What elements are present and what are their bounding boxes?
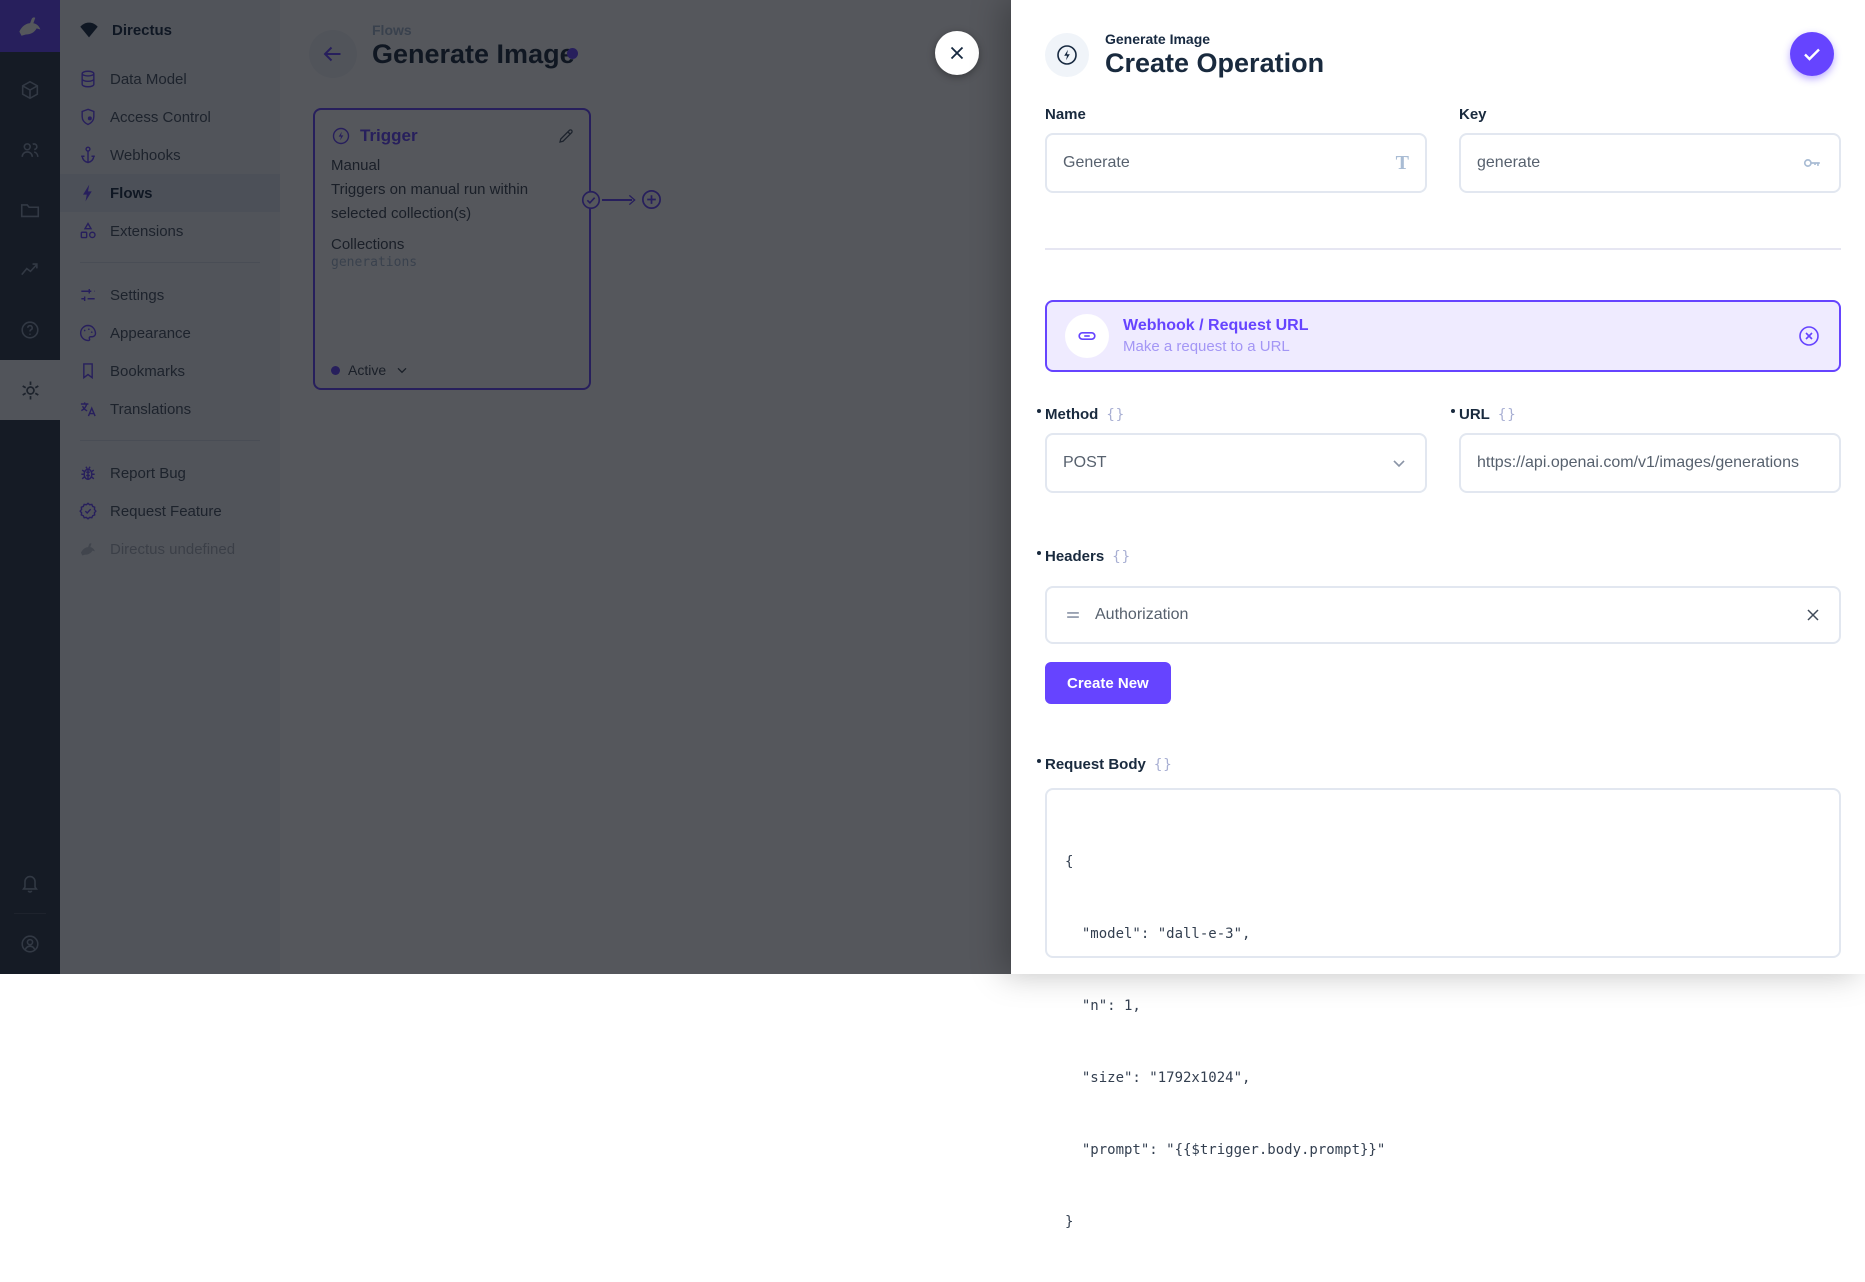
code-line: "model": "dall-e-3", bbox=[1065, 922, 1821, 946]
key-icon bbox=[1801, 152, 1823, 174]
name-field-label: Name bbox=[1045, 106, 1427, 123]
link-icon bbox=[1076, 325, 1098, 347]
name-input[interactable]: Generate T bbox=[1045, 133, 1427, 193]
header-key-value: Authorization bbox=[1095, 606, 1188, 624]
required-dot bbox=[1037, 409, 1041, 413]
section-divider bbox=[1045, 248, 1841, 250]
drawer-dim-overlay[interactable] bbox=[0, 0, 1011, 974]
code-line: { bbox=[1065, 850, 1821, 874]
remove-header-button[interactable] bbox=[1803, 605, 1823, 625]
deselect-operation-type-button[interactable] bbox=[1797, 324, 1821, 348]
close-drawer-button[interactable] bbox=[935, 31, 979, 75]
create-new-header-button[interactable]: Create New bbox=[1045, 662, 1171, 704]
name-label-text: Name bbox=[1045, 106, 1086, 123]
code-line: "size": "1792x1024", bbox=[1065, 1066, 1821, 1090]
drag-handle-icon[interactable] bbox=[1063, 605, 1083, 625]
operation-type-banner: Webhook / Request URL Make a request to … bbox=[1045, 300, 1841, 372]
method-select[interactable]: POST bbox=[1045, 433, 1427, 493]
required-dot bbox=[1037, 759, 1041, 763]
url-label-text: URL bbox=[1459, 406, 1490, 423]
code-line: } bbox=[1065, 1210, 1821, 1234]
method-label-text: Method bbox=[1045, 406, 1098, 423]
circle-x-icon bbox=[1797, 324, 1821, 348]
create-new-label: Create New bbox=[1067, 675, 1149, 692]
close-icon bbox=[946, 42, 968, 64]
code-line: "prompt": "{{$trigger.body.prompt}}" bbox=[1065, 1138, 1821, 1162]
x-icon bbox=[1803, 605, 1823, 625]
method-value: POST bbox=[1063, 454, 1107, 472]
banner-title: Webhook / Request URL bbox=[1123, 317, 1309, 335]
request-body-editor[interactable]: { "model": "dall-e-3", "n": 1, "size": "… bbox=[1045, 788, 1841, 958]
key-input[interactable]: generate bbox=[1459, 133, 1841, 193]
key-value: generate bbox=[1477, 154, 1540, 172]
key-label-text: Key bbox=[1459, 106, 1487, 123]
url-input[interactable]: https://api.openai.com/v1/images/generat… bbox=[1459, 433, 1841, 493]
url-value: https://api.openai.com/v1/images/generat… bbox=[1477, 454, 1799, 472]
required-dot bbox=[1037, 551, 1041, 555]
request-body-label-text: Request Body bbox=[1045, 756, 1146, 773]
raw-value-toggle-icon[interactable]: {} bbox=[1498, 407, 1517, 423]
key-field-label: Key bbox=[1459, 106, 1841, 123]
name-value: Generate bbox=[1063, 154, 1130, 172]
required-dot bbox=[1451, 409, 1455, 413]
create-operation-drawer: Generate Image Create Operation Name Gen… bbox=[1011, 0, 1865, 974]
link-icon-circle bbox=[1065, 314, 1109, 358]
banner-subtitle: Make a request to a URL bbox=[1123, 338, 1309, 355]
text-type-icon: T bbox=[1396, 152, 1409, 175]
raw-value-toggle-icon[interactable]: {} bbox=[1154, 757, 1173, 773]
header-row-authorization[interactable]: Authorization bbox=[1045, 586, 1841, 644]
raw-value-toggle-icon[interactable]: {} bbox=[1106, 407, 1125, 423]
method-field-label: Method {} bbox=[1045, 406, 1427, 423]
headers-field-label: Headers {} bbox=[1045, 548, 1131, 565]
raw-value-toggle-icon[interactable]: {} bbox=[1112, 549, 1131, 565]
request-body-field-label: Request Body {} bbox=[1045, 756, 1173, 773]
chevron-down-icon bbox=[1389, 453, 1409, 473]
code-line: "n": 1, bbox=[1065, 994, 1821, 1018]
headers-label-text: Headers bbox=[1045, 548, 1104, 565]
url-field-label: URL {} bbox=[1459, 406, 1841, 423]
